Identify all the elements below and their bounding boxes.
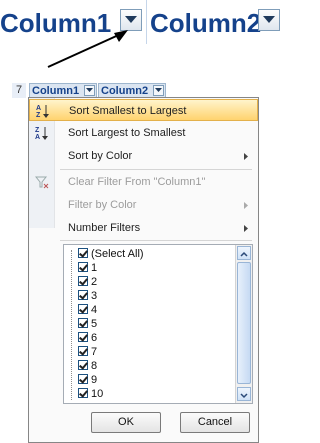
mini-column2-label: Column2 bbox=[101, 85, 149, 97]
clear-filter-icon bbox=[34, 175, 49, 189]
menu-item-clear-filter[interactable]: Clear Filter From "Column1" bbox=[29, 171, 258, 193]
chevron-down-icon bbox=[240, 393, 248, 399]
tree-guide-line bbox=[71, 250, 73, 400]
dropdown-arrow-icon bbox=[155, 88, 162, 92]
svg-text:A: A bbox=[35, 134, 40, 140]
scroll-down-button[interactable] bbox=[237, 387, 251, 401]
menu-item-filter-by-color[interactable]: Filter by Color bbox=[29, 194, 258, 216]
svg-text:A: A bbox=[36, 105, 41, 112]
checkbox[interactable] bbox=[78, 346, 88, 356]
row-number: 7 bbox=[12, 83, 26, 98]
menu-item-number-filters[interactable]: Number Filters bbox=[29, 217, 258, 239]
checkbox[interactable] bbox=[78, 304, 88, 314]
pointer-arrow-icon bbox=[47, 30, 128, 68]
checkbox[interactable] bbox=[78, 360, 88, 370]
number-filters-label: Number Filters bbox=[68, 222, 141, 234]
menu-item-sort-by-color[interactable]: Sort by Color bbox=[29, 145, 258, 167]
mini-column1-label: Column1 bbox=[32, 85, 80, 97]
mini-header-row: 7 Column1 Column2 bbox=[0, 83, 274, 98]
sort-za-icon: ZA bbox=[35, 126, 49, 141]
checkbox[interactable] bbox=[78, 388, 88, 398]
chevron-up-icon bbox=[240, 251, 248, 257]
chevron-right-icon bbox=[244, 153, 248, 160]
sort-ascending-label: Sort Smallest to Largest bbox=[69, 105, 187, 117]
menu-item-sort-ascending[interactable]: AZ Sort Smallest to Largest bbox=[29, 99, 258, 121]
checkbox[interactable] bbox=[78, 276, 88, 286]
menu-separator bbox=[60, 169, 252, 170]
menu-item-sort-descending[interactable]: ZA Sort Largest to Smallest bbox=[29, 122, 258, 144]
filter-by-color-label: Filter by Color bbox=[68, 199, 137, 211]
clear-filter-label: Clear Filter From "Column1" bbox=[68, 176, 206, 188]
mini-column1-header: Column1 bbox=[29, 83, 97, 98]
sort-descending-label: Sort Largest to Smallest bbox=[68, 127, 186, 139]
chevron-right-icon bbox=[244, 202, 248, 209]
sort-az-icon: AZ bbox=[36, 104, 50, 119]
ok-button[interactable]: OK bbox=[91, 412, 161, 433]
vertical-scrollbar[interactable] bbox=[235, 245, 252, 403]
checkbox[interactable] bbox=[78, 290, 88, 300]
mini-column2-dropdown-button[interactable] bbox=[153, 85, 164, 96]
checkbox[interactable] bbox=[78, 374, 88, 384]
checkbox[interactable] bbox=[78, 262, 88, 272]
sort-by-color-label: Sort by Color bbox=[68, 150, 133, 162]
filter-value-list[interactable]: (Select All) 1 2 3 4 5 6 7 8 9 10 bbox=[63, 244, 253, 404]
cancel-button[interactable]: Cancel bbox=[180, 412, 250, 433]
checkbox[interactable] bbox=[78, 318, 88, 328]
mini-column1-dropdown-button[interactable] bbox=[84, 85, 95, 96]
checkbox[interactable] bbox=[78, 248, 88, 258]
scroll-up-button[interactable] bbox=[237, 246, 251, 260]
chevron-right-icon bbox=[244, 225, 248, 232]
mini-column2-header: Column2 bbox=[98, 83, 166, 98]
menu-separator bbox=[60, 240, 252, 241]
checkbox[interactable] bbox=[78, 332, 88, 342]
scroll-thumb[interactable] bbox=[237, 262, 251, 384]
svg-text:Z: Z bbox=[36, 112, 41, 118]
dropdown-arrow-icon bbox=[86, 88, 93, 92]
svg-text:Z: Z bbox=[35, 127, 40, 134]
